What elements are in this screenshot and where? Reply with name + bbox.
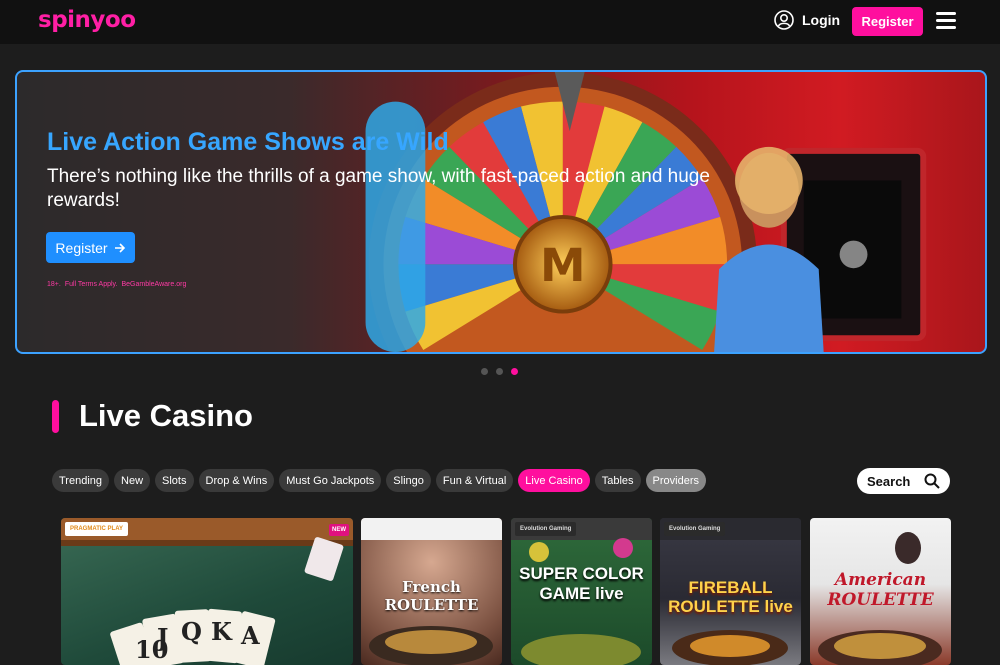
spinyoo-logo[interactable]: spinyoo bbox=[38, 7, 136, 33]
game-title: French ROULETTE bbox=[384, 578, 479, 614]
svg-text:A: A bbox=[240, 621, 260, 650]
filter-chip-providers[interactable]: Providers bbox=[645, 469, 707, 492]
svg-text:M: M bbox=[540, 239, 586, 292]
begambleaware-link[interactable]: BeGambleAware.org bbox=[121, 281, 186, 288]
filter-chip-slingo[interactable]: Slingo bbox=[386, 469, 431, 492]
filter-chip-fun-virtual[interactable]: Fun & Virtual bbox=[435, 469, 514, 492]
hero-register-button[interactable]: Register bbox=[46, 232, 135, 263]
search-label: Search bbox=[867, 473, 911, 489]
game-tile-blackjack[interactable]: 10 J Q K A PRAGMATIC PLAY NEW bbox=[61, 518, 353, 665]
search-box[interactable]: Search bbox=[857, 468, 950, 494]
filter-chip-live-casino[interactable]: Live Casino bbox=[518, 469, 590, 492]
provider-logo: PRAGMATIC PLAY bbox=[65, 522, 129, 536]
carousel-dot[interactable] bbox=[481, 368, 488, 375]
game-title: American ROULETTE bbox=[827, 570, 934, 610]
terms-link[interactable]: Full Terms Apply. bbox=[65, 281, 118, 288]
new-badge: NEW bbox=[329, 524, 349, 536]
filter-chip-new[interactable]: New bbox=[114, 469, 151, 492]
user-icon bbox=[774, 10, 794, 30]
svg-text:J: J bbox=[155, 623, 168, 652]
hero-register-label: Register bbox=[55, 239, 108, 256]
carousel-dot-active[interactable] bbox=[511, 368, 518, 375]
login-label: Login bbox=[802, 12, 841, 28]
game-title: FIREBALL ROULETTE live bbox=[668, 578, 793, 616]
filter-chip-must-go-jackpots[interactable]: Must Go Jackpots bbox=[279, 469, 382, 492]
filter-chip-drop-wins[interactable]: Drop & Wins bbox=[198, 469, 275, 492]
header-register-button[interactable]: Register bbox=[852, 7, 923, 36]
terms-age: 18+. bbox=[47, 281, 61, 288]
cards-illustration: 10J Q K A bbox=[61, 518, 353, 665]
game-tile-super-color-game[interactable]: Evolution Gaming SUPER COLOR GAME live bbox=[511, 518, 652, 665]
game-tile-fireball-roulette[interactable]: Evolution Gaming FIREBALL ROULETTE live bbox=[660, 518, 801, 665]
hero-title: Live Action Game Shows are Wild bbox=[47, 128, 449, 156]
svg-text:K: K bbox=[211, 617, 233, 646]
category-filter-bar: Trending New Slots Drop & Wins Must Go J… bbox=[52, 469, 707, 492]
login-button[interactable]: Login bbox=[774, 10, 840, 30]
arrow-right-icon bbox=[114, 242, 125, 253]
search-icon bbox=[924, 473, 940, 489]
filter-chip-slots[interactable]: Slots bbox=[155, 469, 194, 492]
game-title: SUPER COLOR GAME live bbox=[519, 564, 644, 603]
top-header: spinyoo Login Register bbox=[0, 0, 1000, 44]
svg-text:Q: Q bbox=[181, 617, 202, 646]
hero-subtitle: There’s nothing like the thrills of a ga… bbox=[47, 166, 710, 211]
section-title: Live Casino bbox=[79, 398, 253, 433]
carousel-dots bbox=[481, 368, 518, 375]
game-tile-american-roulette[interactable]: American ROULETTE bbox=[810, 518, 951, 665]
filter-chip-tables[interactable]: Tables bbox=[594, 469, 641, 492]
game-tile-french-roulette[interactable]: French ROULETTE bbox=[361, 518, 502, 665]
carousel-dot[interactable] bbox=[496, 368, 503, 375]
filter-chip-trending[interactable]: Trending bbox=[52, 469, 110, 492]
hamburger-menu-icon[interactable] bbox=[936, 12, 956, 30]
section-accent-bar bbox=[52, 400, 59, 433]
hero-terms: 18+. Full Terms Apply. BeGambleAware.org bbox=[47, 281, 186, 288]
provider-logo: Evolution Gaming bbox=[515, 522, 577, 536]
provider-logo: Evolution Gaming bbox=[664, 522, 726, 536]
hero-banner[interactable]: M Live Action Game Shows are Wild There’… bbox=[15, 70, 987, 354]
